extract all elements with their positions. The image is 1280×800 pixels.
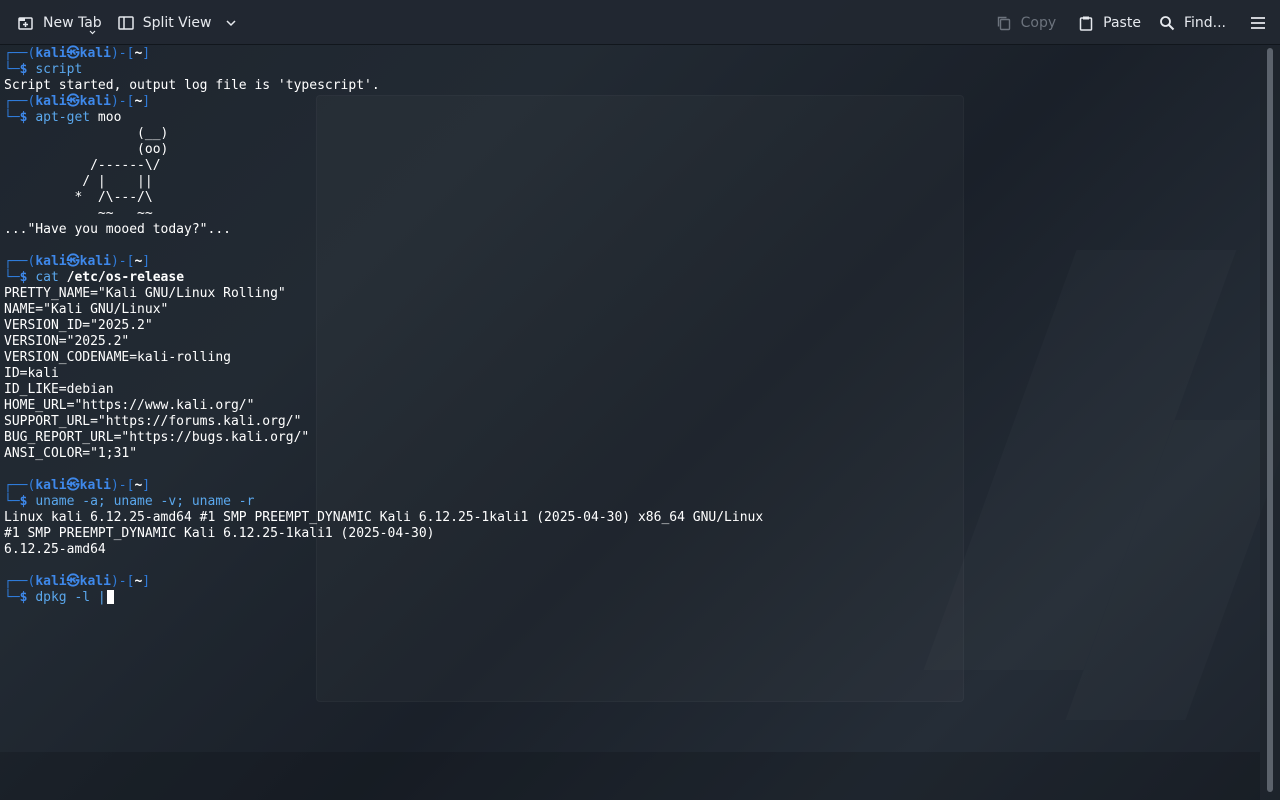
new-tab-menu-arrow-icon[interactable] [89, 30, 96, 35]
output-line: VERSION="2025.2" [4, 334, 130, 349]
command-line: └─$ uname -a; uname -v; uname -r [4, 494, 255, 509]
output-line: PRETTY_NAME="Kali GNU/Linux Rolling" [4, 286, 286, 301]
output-line: Script started, output log file is 'type… [4, 78, 380, 93]
output-line: ..."Have you mooed today?"... [4, 222, 231, 237]
prompt-host: kali [79, 478, 111, 493]
hamburger-menu-button[interactable] [1244, 7, 1272, 39]
vertical-scrollbar[interactable] [1260, 46, 1280, 800]
command-line: └─$ cat /etc/os-release [4, 270, 185, 285]
output-line: ID=kali [4, 366, 59, 381]
prompt-host: kali [79, 94, 111, 109]
scrollbar-thumb[interactable] [1267, 48, 1273, 792]
output-line: (__) [4, 126, 169, 141]
split-view-button[interactable]: Split View [112, 7, 244, 39]
command-text: uname -a; uname -v; uname -r [35, 494, 255, 509]
output-line: SUPPORT_URL="https://forums.kali.org/" [4, 414, 302, 429]
output-line: NAME="Kali GNU/Linux" [4, 302, 169, 317]
output-line: ID_LIKE=debian [4, 382, 114, 397]
copy-icon [997, 16, 1010, 31]
output-line: ANSI_COLOR="1;31" [4, 446, 138, 461]
command-args: moo [90, 110, 122, 125]
paste-button[interactable]: Paste [1072, 7, 1147, 39]
chevron-down-icon[interactable] [225, 17, 237, 29]
split-view-icon [117, 16, 134, 30]
prompt-user: kali [35, 254, 67, 269]
output-line: VERSION_CODENAME=kali-rolling [4, 350, 231, 365]
prompt-user: kali [35, 574, 67, 589]
active-command-line[interactable]: └─$ dpkg -l | [4, 590, 114, 606]
prompt-host: kali [79, 46, 111, 61]
prompt-host: kali [79, 254, 111, 269]
new-tab-icon [18, 17, 33, 30]
paste-icon [1079, 16, 1093, 31]
prompt-at: ㉿ [66, 94, 80, 109]
search-icon [1160, 16, 1175, 31]
text-cursor [106, 590, 114, 604]
output-line: * /\---/\ [4, 190, 153, 205]
prompt-at: ㉿ [66, 478, 80, 493]
prompt-user: kali [35, 46, 67, 61]
prompt-at: ㉿ [66, 46, 80, 61]
new-tab-label: New Tab [43, 15, 102, 31]
terminal-area[interactable]: ┌──(kali㉿kali)-[~] └─$ script Script sta… [0, 46, 1260, 800]
command-line: └─$ script [4, 62, 83, 77]
find-button[interactable]: Find... [1153, 7, 1232, 39]
hamburger-menu-icon [1251, 17, 1265, 29]
output-line: BUG_REPORT_URL="https://bugs.kali.org/" [4, 430, 310, 445]
command-text: script [35, 62, 83, 77]
toolbar: New Tab Split View Copy Paste Find... [0, 0, 1280, 45]
prompt-line: ┌──(kali㉿kali)-[~] [4, 46, 151, 61]
command-input[interactable]: dpkg -l | [35, 590, 105, 605]
prompt-line: ┌──(kali㉿kali)-[~] [4, 254, 151, 269]
output-line: Linux kali 6.12.25-amd64 #1 SMP PREEMPT_… [4, 510, 764, 525]
output-line: ~~ ~~ [4, 206, 153, 221]
prompt-host: kali [79, 574, 111, 589]
prompt-at: ㉿ [66, 254, 80, 269]
command-args: /etc/os-release [66, 270, 185, 285]
output-line: / | || [4, 174, 153, 189]
output-line: #1 SMP PREEMPT_DYNAMIC Kali 6.12.25-1kal… [4, 526, 435, 541]
prompt-line: ┌──(kali㉿kali)-[~] [4, 574, 151, 589]
prompt-user: kali [35, 478, 67, 493]
split-view-label: Split View [142, 15, 212, 31]
output-line: (oo) [4, 142, 169, 157]
prompt-line: ┌──(kali㉿kali)-[~] [4, 94, 151, 109]
paste-label: Paste [1103, 15, 1141, 31]
output-line: VERSION_ID="2025.2" [4, 318, 153, 333]
konsole-window: New Tab Split View Copy Paste Find... ┌─… [0, 0, 1280, 800]
prompt-at: ㉿ [66, 574, 80, 589]
output-line: /------\/ [4, 158, 161, 173]
command-text: apt-get [35, 110, 91, 125]
copy-button[interactable]: Copy [990, 7, 1063, 39]
output-line: HOME_URL="https://www.kali.org/" [4, 398, 255, 413]
output-line: 6.12.25-amd64 [4, 542, 106, 557]
command-text: cat [35, 270, 59, 285]
command-line: └─$ apt-get moo [4, 110, 122, 125]
copy-label: Copy [1020, 15, 1057, 31]
prompt-user: kali [35, 94, 67, 109]
find-label: Find... [1183, 15, 1226, 31]
prompt-line: ┌──(kali㉿kali)-[~] [4, 478, 151, 493]
